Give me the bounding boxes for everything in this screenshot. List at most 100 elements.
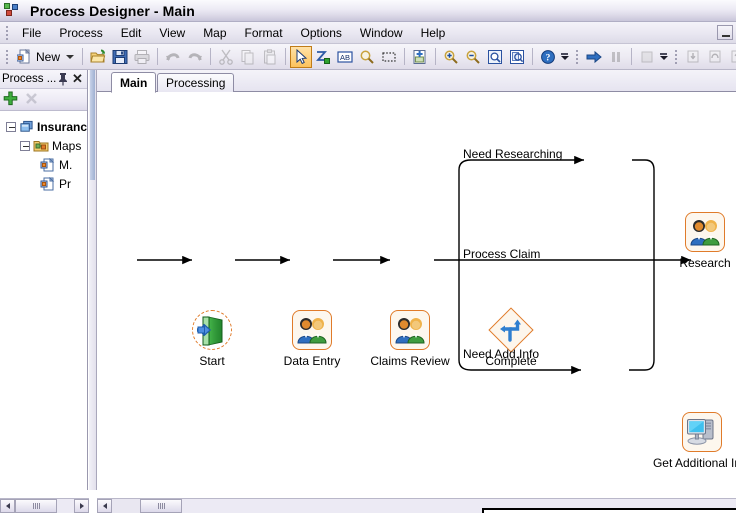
add-item-button[interactable] [3,91,18,109]
redo-arrow-icon [188,52,203,61]
tree-item-insurance[interactable]: Insuranc [4,117,87,136]
copy-button [237,46,259,68]
edge-label-need-researching: Need Researching [463,147,563,161]
toolbar-drag-grip-1[interactable] [3,49,10,65]
diagram-edges [137,155,691,375]
node-label: Data Entry [283,354,341,368]
scroll-right-arrow-icon[interactable] [74,499,89,513]
two-people-icon [395,318,425,344]
new-button[interactable]: New [13,46,78,68]
process-explorer-panel: Process ... ✕ Insuranc Maps M. Pr [0,70,88,498]
toolbar-separator [532,48,534,65]
text-tool-button[interactable]: AB [334,46,356,68]
zoom-actual-button[interactable] [506,46,528,68]
menu-file[interactable]: File [13,24,50,42]
tree-item-maps[interactable]: Maps [4,136,87,155]
menu-map[interactable]: Map [194,24,235,42]
diagram-canvas[interactable]: Start Data Entry Claims Review Complete … [97,92,736,498]
pushpin-icon[interactable] [57,72,69,86]
node-start[interactable]: Start [192,310,232,368]
menu-help[interactable]: Help [412,24,455,42]
zoom-in-button[interactable] [440,46,462,68]
scroll-left-arrow-icon[interactable] [97,499,112,513]
process-designer-window: Process Designer - Main File Process Edi… [0,0,736,513]
node-claims-review[interactable]: Claims Review [370,310,450,368]
menu-process[interactable]: Process [50,24,111,42]
node-get-additional-info[interactable]: Get Additional Info [653,412,736,470]
node-shape [488,307,534,353]
tree-item-map-1[interactable]: M. [4,155,87,174]
step-over-button [704,46,726,68]
menu-edit[interactable]: Edit [112,24,151,42]
save-button[interactable] [109,46,131,68]
scroll-left-arrow-icon[interactable] [0,499,15,513]
toolbar-separator [210,48,212,65]
scrollbar-thumb[interactable] [15,499,57,513]
help-question-icon: ? [541,49,555,64]
process-designer-logo-icon [4,2,22,19]
floppy-disk-icon [112,49,128,64]
tab-main[interactable]: Main [111,72,157,93]
blue-right-arrow-icon [586,50,602,63]
select-tool-button[interactable] [290,45,313,68]
connector-line-icon [316,50,331,64]
help-button[interactable]: ? [537,46,559,68]
menu-window[interactable]: Window [351,24,412,42]
toolbar-drag-grip-3[interactable] [672,49,679,65]
zoom-out-button[interactable] [462,46,484,68]
branching-arrows-icon [500,319,521,342]
tree-expander-icon[interactable] [6,121,16,132]
run-button[interactable] [583,46,605,68]
menubar-drag-grip[interactable] [3,25,10,41]
panel-vertical-scrollbar[interactable] [89,70,97,498]
ab-text-icon: AB [337,50,353,63]
menu-options[interactable]: Options [292,24,351,42]
node-data-entry[interactable]: Data Entry [284,310,340,368]
chevron-down-icon[interactable] [66,54,75,59]
marquee-tool-button[interactable] [378,46,400,68]
edge-label-process-claim: Process Claim [463,247,541,261]
scrollbar-thumb[interactable] [140,499,182,513]
mdi-minimize-button[interactable] [717,25,733,40]
toolbar-overflow-button-1[interactable] [559,46,570,68]
step-over-icon [709,50,721,62]
tab-processing[interactable]: Processing [157,73,235,92]
edge-label-need-add-info: Need Add.Info [463,347,540,361]
paste-button [259,46,281,68]
new-document-icon [17,48,31,63]
node-research[interactable]: Research [679,212,731,270]
step-into-button [682,46,704,68]
close-x-icon[interactable]: ✕ [71,72,84,86]
panel-toolbar [0,89,87,111]
map-document-icon [40,157,55,171]
add-page-button[interactable] [409,46,431,68]
toolbar-drag-grip-2[interactable] [573,49,580,65]
panel-horizontal-scrollbar[interactable] [0,498,89,513]
tree-item-map-2[interactable]: Pr [4,174,87,193]
connect-tool-button[interactable] [312,46,334,68]
menu-format[interactable]: Format [236,24,292,42]
tree-expander-icon[interactable] [20,140,30,151]
zoom-tool-button[interactable] [356,46,378,68]
toolbar-overflow-button-2[interactable] [658,46,669,68]
node-complete[interactable]: Complete [485,307,537,368]
copy-pages-icon [241,49,254,64]
open-folder-icon [90,49,106,62]
open-button[interactable] [87,46,109,68]
stop-button [636,46,658,68]
magnifier-plus-icon [444,50,458,64]
scrollbar-track[interactable] [57,499,74,513]
scrollbar-thumb[interactable] [90,70,95,180]
zoom-fit-button[interactable] [484,46,506,68]
node-label: Start [199,354,225,368]
step-into-icon [687,50,699,62]
step-out-button [726,46,736,68]
project-windows-icon [20,120,33,132]
main-toolbar: New AB ? [0,44,736,70]
print-button [131,46,153,68]
menu-view[interactable]: View [150,24,194,42]
window-title: Process Designer - Main [30,2,195,19]
step-out-icon [731,50,736,62]
panel-header: Process ... ✕ [0,70,87,89]
cut-button [215,46,237,68]
